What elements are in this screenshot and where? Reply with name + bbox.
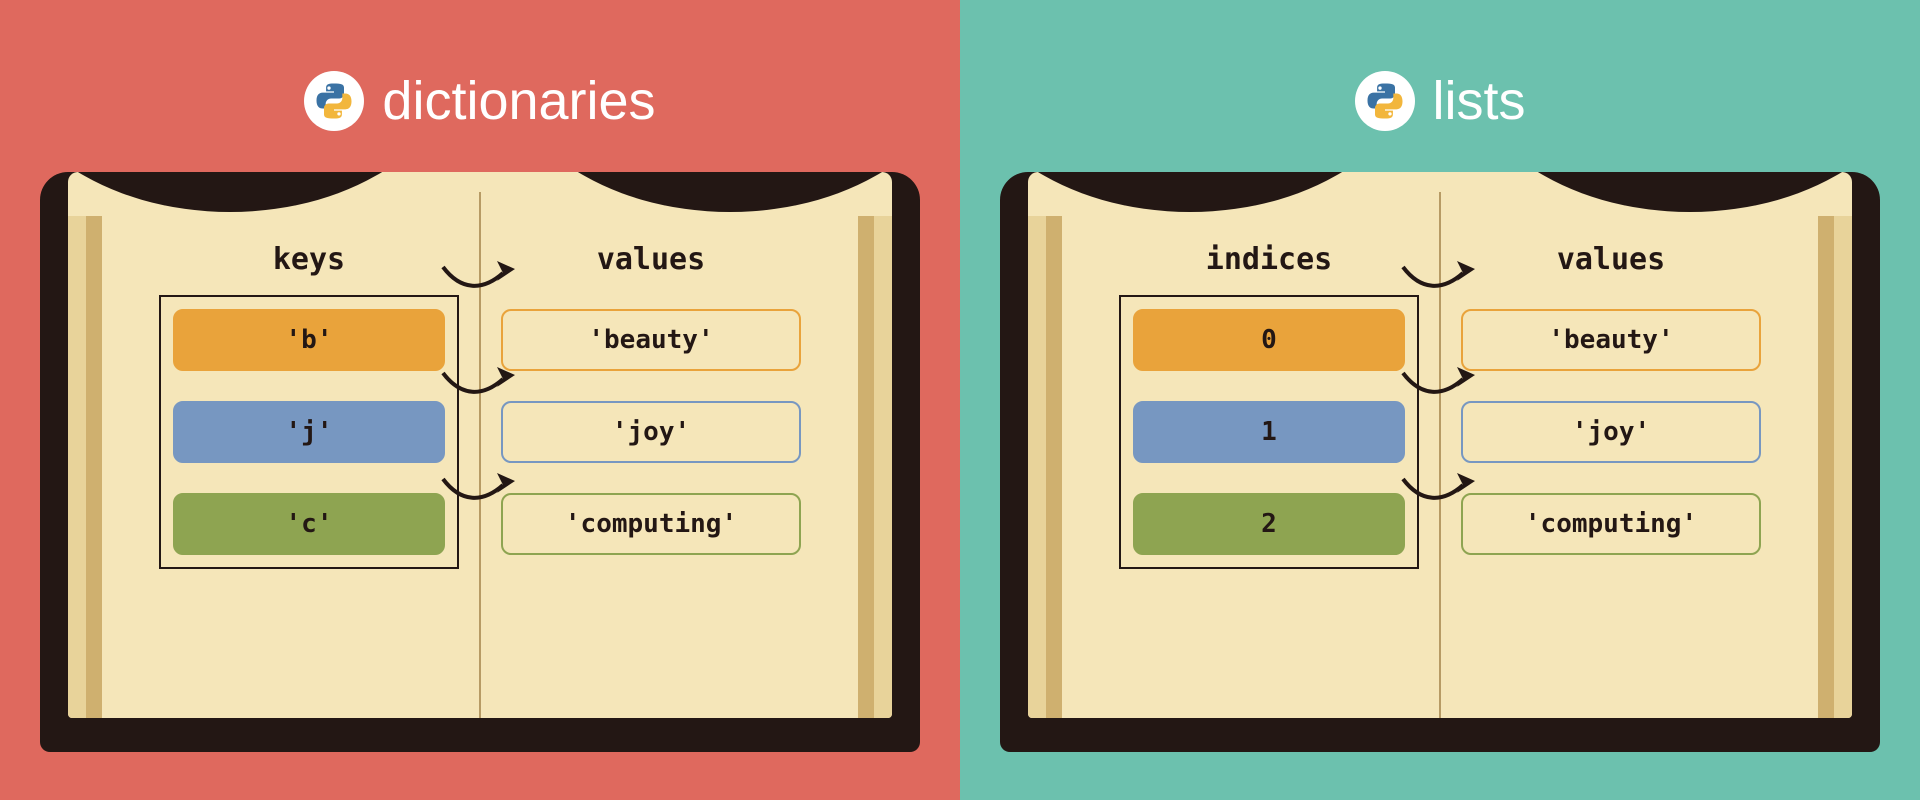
values-header: values — [597, 242, 705, 277]
key-chip: 'c' — [173, 493, 445, 555]
value-chip: 'computing' — [501, 493, 801, 555]
value-chip: 'beauty' — [1461, 309, 1761, 371]
panel-dictionaries: dictionaries keys 'b' 'j' 'c' values — [0, 0, 960, 800]
arrow-icon — [1395, 460, 1485, 522]
indices-frame: 0 1 2 — [1119, 295, 1419, 569]
values-header: values — [1557, 242, 1665, 277]
value-chip: 'joy' — [1461, 401, 1761, 463]
panel-title: lists — [1433, 70, 1526, 132]
value-chip: 'beauty' — [501, 309, 801, 371]
keys-frame: 'b' 'j' 'c' — [159, 295, 459, 569]
values-column: values 'beauty' 'joy' 'computing' — [1440, 242, 1782, 688]
arrow-icon — [1395, 354, 1485, 416]
key-chip: 'j' — [173, 401, 445, 463]
panel-lists: lists indices 0 1 2 values — [960, 0, 1920, 800]
book-dictionaries: keys 'b' 'j' 'c' values 'beauty' 'joy' '… — [40, 172, 920, 752]
value-chip: 'joy' — [501, 401, 801, 463]
title-row-dictionaries: dictionaries — [304, 70, 655, 132]
indices-header: indices — [1206, 242, 1332, 277]
python-logo-icon — [304, 71, 364, 131]
index-chip: 0 — [1133, 309, 1405, 371]
indices-column: indices 0 1 2 — [1098, 242, 1440, 688]
keys-column: keys 'b' 'j' 'c' — [138, 242, 480, 688]
values-stack: 'beauty' 'joy' 'computing' — [501, 295, 801, 567]
book-pages: keys 'b' 'j' 'c' values 'beauty' 'joy' '… — [68, 172, 892, 718]
keys-header: keys — [273, 242, 345, 277]
page-edge-right — [1818, 216, 1852, 718]
key-chip: 'b' — [173, 309, 445, 371]
index-chip: 2 — [1133, 493, 1405, 555]
values-stack: 'beauty' 'joy' 'computing' — [1461, 295, 1761, 567]
arrow-icon — [435, 460, 525, 522]
value-chip: 'computing' — [1461, 493, 1761, 555]
arrow-icon — [1395, 248, 1485, 310]
title-row-lists: lists — [1355, 70, 1526, 132]
index-chip: 1 — [1133, 401, 1405, 463]
arrows — [435, 234, 525, 522]
arrow-icon — [435, 354, 525, 416]
book-pages: indices 0 1 2 values 'beauty' 'joy' 'com… — [1028, 172, 1852, 718]
arrows — [1395, 234, 1485, 522]
page-edge-left — [68, 216, 102, 718]
python-logo-icon — [1355, 71, 1415, 131]
values-column: values 'beauty' 'joy' 'computing' — [480, 242, 822, 688]
page-edge-right — [858, 216, 892, 718]
page-edge-left — [1028, 216, 1062, 718]
arrow-icon — [435, 248, 525, 310]
book-lists: indices 0 1 2 values 'beauty' 'joy' 'com… — [1000, 172, 1880, 752]
panel-title: dictionaries — [382, 70, 655, 132]
